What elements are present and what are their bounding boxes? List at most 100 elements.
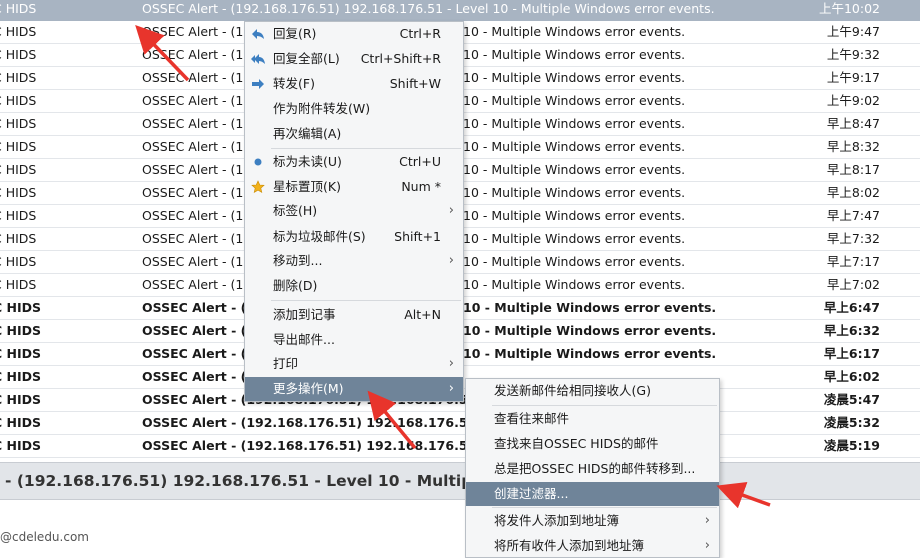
message-subject-tail: 10 - Multiple Windows error events. (463, 70, 686, 85)
menu-item-label: 标为未读(U) (273, 154, 342, 169)
message-date: 早上7:17 (826, 254, 880, 269)
message-date: 早上6:47 (823, 300, 880, 315)
message-sender: C HIDS (0, 300, 42, 315)
message-date: 早上7:47 (826, 208, 880, 223)
message-subject-tail: 10 - Multiple Windows error events. (463, 185, 686, 200)
menu-item-context_menu-3[interactable]: 作为附件转发(W) (245, 97, 463, 121)
menu-item-shortcut: Shift+1 (394, 229, 441, 244)
menu-item-context_menu-7[interactable]: 标签(H) › (245, 199, 463, 223)
message-sender: C HIDS (0, 277, 37, 292)
message-subject-tail: 10 - Multiple Windows error events. (463, 231, 686, 246)
menu-item-context_menu-12[interactable]: 导出邮件... (245, 328, 463, 352)
menu-item-label: 回复全部(L) (273, 51, 340, 66)
chevron-right-icon: › (704, 513, 710, 528)
menu-item-label: 打印 (273, 356, 299, 371)
message-date: 早上6:02 (823, 369, 880, 384)
chevron-right-icon: › (448, 253, 454, 268)
menu-item-more_actions_submenu-6[interactable]: 将所有收件人添加到地址簿 › (466, 534, 719, 557)
menu-item-context_menu-1[interactable]: 回复全部(L) Ctrl+Shift+R (245, 47, 463, 71)
menu-item-context_menu-9[interactable]: 移动到... › (245, 249, 463, 273)
menu-item-context_menu-11[interactable]: 添加到记事 Alt+N (245, 303, 463, 327)
message-subject-tail: 10 - Multiple Windows error events. (463, 47, 686, 62)
message-subject-tail: 10 - Multiple Windows error events. (463, 346, 717, 361)
menu-item-label: 回复(R) (273, 26, 317, 41)
menu-item-label: 导出邮件... (273, 332, 335, 347)
message-date: 上午9:47 (826, 24, 880, 39)
message-subject: OSSEC Alert - (19 (142, 185, 252, 200)
menu-item-context_menu-5[interactable]: 标为未读(U) Ctrl+U (245, 150, 463, 174)
more-actions-submenu[interactable]: 发送新邮件给相同接收人(G) 查看往来邮件查找来自OSSEC HIDS的邮件 总是把… (465, 378, 720, 558)
message-subject: OSSEC Alert - (19 (142, 47, 252, 62)
menu-item-label: 创建过滤器... (494, 486, 569, 501)
message-subject: OSSEC Alert - (19 (142, 116, 252, 131)
menu-item-label: 删除(D) (273, 278, 318, 293)
chevron-right-icon: › (448, 203, 454, 218)
menu-separator (492, 405, 717, 406)
message-date: 上午10:02 (818, 1, 880, 16)
chevron-right-icon: › (448, 356, 454, 371)
menu-item-label: 作为附件转发(W) (273, 101, 371, 116)
menu-item-context_menu-14[interactable]: 更多操作(M) › (245, 377, 463, 401)
menu-item-context_menu-0[interactable]: 回复(R) Ctrl+R (245, 22, 463, 46)
message-subject-tail: 10 - Multiple Windows error events. (463, 93, 686, 108)
message-sender: C HIDS (0, 208, 37, 223)
menu-item-label: 查看往来邮件 (494, 411, 570, 426)
menu-separator (492, 507, 717, 508)
message-date: 上午9:17 (826, 70, 880, 85)
preview-from-address: @cdeledu.com (0, 530, 89, 544)
menu-item-context_menu-8[interactable]: 标为垃圾邮件(S) Shift+1 (245, 225, 463, 249)
message-sender: C HIDS (0, 139, 37, 154)
message-subject: OSSEC Alert - (19 (142, 208, 252, 223)
message-date: 早上7:32 (826, 231, 880, 246)
message-subject: OSSEC Alert - (19 (142, 139, 252, 154)
menu-item-label: 转发(F) (273, 76, 315, 91)
menu-item-label: 标签(H) (273, 203, 318, 218)
message-subject: OSSEC Alert - (19 (142, 231, 252, 246)
menu-item-context_menu-6[interactable]: 星标置顶(K) Num * (245, 175, 463, 199)
menu-item-label: 再次编辑(A) (273, 126, 342, 141)
message-subject: OSSEC Alert - (192.168.176.51) 192.168.1… (142, 1, 715, 16)
menu-item-shortcut: Shift+W (389, 76, 441, 91)
message-context-menu[interactable]: 回复(R) Ctrl+R 回复全部(L) Ctrl+Shift+R 转发(F) Shift… (244, 21, 464, 402)
menu-item-context_menu-4[interactable]: 再次编辑(A) (245, 122, 463, 146)
reply-all-icon (251, 54, 265, 64)
menu-item-shortcut: Ctrl+Shift+R (360, 51, 441, 66)
message-date: 早上7:02 (826, 277, 880, 292)
menu-item-label: 发送新邮件给相同接收人(G) (494, 383, 651, 398)
menu-item-more_actions_submenu-0[interactable]: 发送新邮件给相同接收人(G) (466, 379, 719, 403)
menu-item-label: 更多操作(M) (273, 381, 344, 396)
menu-item-label: 移动到... (273, 253, 323, 268)
menu-separator (271, 300, 461, 301)
message-sender: C HIDS (0, 415, 42, 430)
menu-item-shortcut: Alt+N (404, 307, 441, 322)
message-subject-tail: 10 - Multiple Windows error events. (463, 162, 686, 177)
message-row[interactable]: C HIDSOSSEC Alert - (192.168.176.51) 192… (0, 0, 920, 21)
message-sender: C HIDS (0, 70, 37, 85)
message-sender: C HIDS (0, 162, 37, 177)
menu-item-more_actions_submenu-3[interactable]: 总是把OSSEC HIDS的邮件转移到... (466, 457, 719, 481)
menu-item-label: 标为垃圾邮件(S) (273, 229, 366, 244)
preview-subject-bar: - (192.168.176.51) 192.168.176.51 - Leve… (0, 462, 920, 500)
menu-item-context_menu-2[interactable]: 转发(F) Shift+W (245, 72, 463, 96)
message-subject: OSSEC Alert - (19 (142, 162, 252, 177)
message-subject-tail: 10 - Multiple Windows error events. (463, 139, 686, 154)
menu-item-more_actions_submenu-1[interactable]: 查看往来邮件 (466, 407, 719, 431)
message-sender: C HIDS (0, 185, 37, 200)
message-sender: C HIDS (0, 116, 37, 131)
message-subject-tail: 10 - Multiple Windows error events. (463, 208, 686, 223)
menu-item-more_actions_submenu-4[interactable]: 创建过滤器... (466, 482, 719, 506)
menu-item-more_actions_submenu-5[interactable]: 将发件人添加到地址簿 › (466, 509, 719, 533)
message-subject-tail: 10 - Multiple Windows error events. (463, 254, 686, 269)
menu-item-shortcut: Ctrl+U (399, 154, 441, 169)
menu-item-context_menu-10[interactable]: 删除(D) (245, 274, 463, 298)
menu-item-more_actions_submenu-2[interactable]: 查找来自OSSEC HIDS的邮件 (466, 432, 719, 456)
menu-item-label: 星标置顶(K) (273, 179, 341, 194)
message-row[interactable]: C HIDSOSSEC Alert - (192.168.176.51) 192… (0, 412, 920, 435)
menu-item-label: 将所有收件人添加到地址簿 (494, 538, 645, 553)
menu-item-context_menu-13[interactable]: 打印 › (245, 352, 463, 376)
forward-icon (252, 79, 264, 89)
message-row[interactable]: C HIDSOSSEC Alert - (192.168.176.51) 192… (0, 435, 920, 458)
message-subject: OSSEC Alert - (19 (142, 24, 252, 39)
message-date: 上午9:32 (826, 47, 880, 62)
menu-item-shortcut: Num * (401, 179, 441, 194)
